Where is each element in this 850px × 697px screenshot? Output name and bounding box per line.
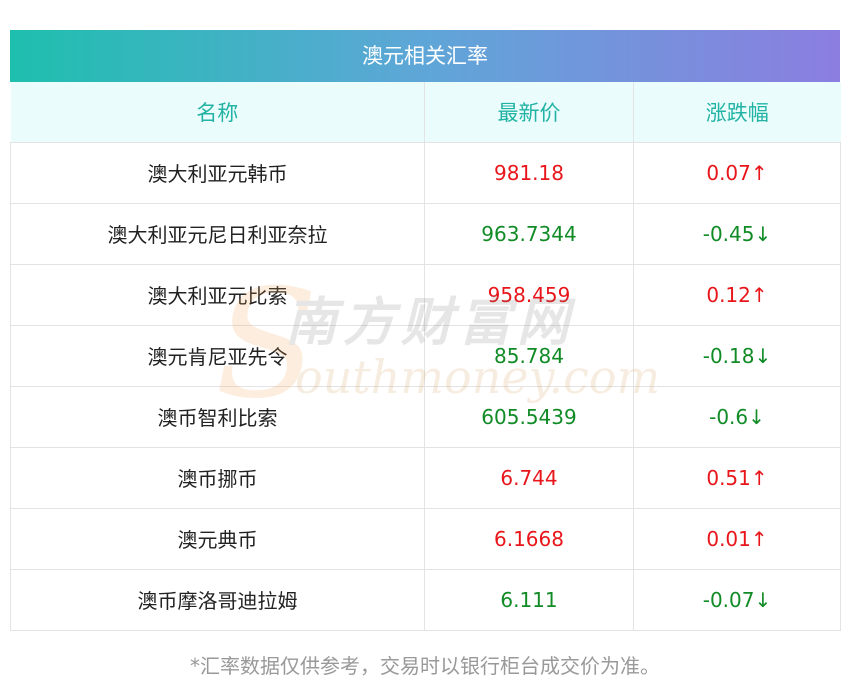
latest-price: 6.744 bbox=[424, 447, 634, 509]
table-row: 澳元肯尼亚先令 85.784 -0.18↓ bbox=[10, 325, 841, 387]
table-row: 澳大利亚元比索 958.459 0.12↑ bbox=[10, 264, 841, 326]
currency-pair-name: 澳元肯尼亚先令 bbox=[10, 325, 425, 387]
currency-pair-name: 澳大利亚元韩币 bbox=[10, 142, 425, 204]
exchange-rate-table: 澳元相关汇率 名称 最新价 涨跌幅 澳大利亚元韩币 981.18 0.07↑ 澳… bbox=[10, 30, 841, 631]
latest-price: 85.784 bbox=[424, 325, 634, 387]
header-row: 名称 最新价 涨跌幅 bbox=[10, 82, 841, 143]
currency-pair-name: 澳币智利比索 bbox=[10, 386, 425, 448]
latest-price: 6.1668 bbox=[424, 508, 634, 570]
table-title: 澳元相关汇率 bbox=[10, 30, 840, 82]
column-header-name: 名称 bbox=[10, 82, 425, 143]
column-header-price: 最新价 bbox=[424, 82, 634, 143]
table-row: 澳大利亚元尼日利亚奈拉 963.7344 -0.45↓ bbox=[10, 203, 841, 265]
latest-price: 981.18 bbox=[424, 142, 634, 204]
rates-grid: 名称 最新价 涨跌幅 澳大利亚元韩币 981.18 0.07↑ 澳大利亚元尼日利… bbox=[10, 82, 841, 631]
currency-pair-name: 澳币摩洛哥迪拉姆 bbox=[10, 569, 425, 631]
currency-pair-name: 澳币挪币 bbox=[10, 447, 425, 509]
latest-price: 6.111 bbox=[424, 569, 634, 631]
table-row: 澳币挪币 6.744 0.51↑ bbox=[10, 447, 841, 509]
currency-pair-name: 澳元典币 bbox=[10, 508, 425, 570]
table-row: 澳币摩洛哥迪拉姆 6.111 -0.07↓ bbox=[10, 569, 841, 631]
table-row: 澳元典币 6.1668 0.01↑ bbox=[10, 508, 841, 570]
change-percent: 0.01↑ bbox=[633, 508, 841, 570]
latest-price: 958.459 bbox=[424, 264, 634, 326]
change-percent: 0.51↑ bbox=[633, 447, 841, 509]
table-row: 澳币智利比索 605.5439 -0.6↓ bbox=[10, 386, 841, 448]
change-percent: -0.18↓ bbox=[633, 325, 841, 387]
latest-price: 963.7344 bbox=[424, 203, 634, 265]
latest-price: 605.5439 bbox=[424, 386, 634, 448]
change-percent: -0.45↓ bbox=[633, 203, 841, 265]
table-row: 澳大利亚元韩币 981.18 0.07↑ bbox=[10, 142, 841, 204]
currency-pair-name: 澳大利亚元比索 bbox=[10, 264, 425, 326]
change-percent: 0.12↑ bbox=[633, 264, 841, 326]
change-percent: -0.6↓ bbox=[633, 386, 841, 448]
change-percent: -0.07↓ bbox=[633, 569, 841, 631]
column-header-change: 涨跌幅 bbox=[633, 82, 841, 143]
change-percent: 0.07↑ bbox=[633, 142, 841, 204]
disclaimer-footnote: *汇率数据仅供参考，交易时以银行柜台成交价为准。 bbox=[190, 654, 660, 678]
currency-pair-name: 澳大利亚元尼日利亚奈拉 bbox=[10, 203, 425, 265]
